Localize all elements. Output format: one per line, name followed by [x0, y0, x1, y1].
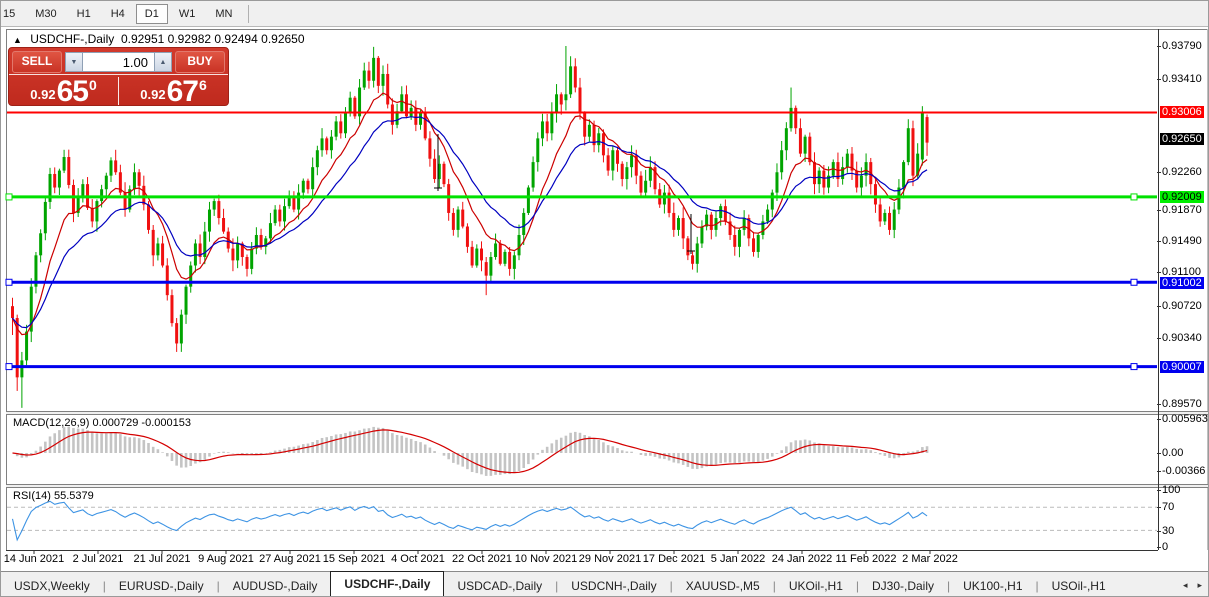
macd-axis-label: 0.005963 [1157, 413, 1208, 426]
date-axis-label: 14 Jun 2021 [3, 553, 65, 565]
date-axis-label: 15 Sep 2021 [322, 553, 386, 565]
sell-price-display[interactable]: 0.92 65 0 [9, 75, 118, 107]
chevron-down-icon: ▼ [70, 58, 78, 66]
price-axis-badge-blue: 0.90007 [1160, 361, 1204, 373]
price-axis-label: 0.90720 [1157, 300, 1208, 313]
date-axis-label: 4 Oct 2021 [391, 553, 445, 565]
date-axis-label: 2 Mar 2022 [902, 553, 958, 565]
timeframe-button-h1[interactable]: H1 [68, 4, 100, 24]
rsi-axis-label: 30 [1157, 525, 1208, 538]
price-axis-label: 0.91870 [1157, 204, 1208, 217]
timeframe-button-w1[interactable]: W1 [170, 4, 205, 24]
volume-input[interactable]: 1.00 [83, 51, 154, 72]
trading-platform-window: 15 M30 H1 H4 D1 W1 MN ▲ USDCHF-,Daily 0.92951 … [0, 0, 1209, 597]
bar-low-value: 0.92494 [214, 32, 258, 46]
date-axis-label: 21 Jul 2021 [133, 553, 191, 565]
timeframe-button-d1[interactable]: D1 [135, 3, 168, 24]
timeframe-button-m30[interactable]: M30 [26, 4, 65, 24]
price-axis-badge-black: 0.92650 [1160, 133, 1204, 145]
price-axis-label: 0.90007 [1160, 361, 1208, 374]
price-axis-badge-blue: 0.91002 [1160, 277, 1204, 289]
chart-tab-usoil[interactable]: USOil-,H1 [1039, 575, 1119, 596]
date-axis-label: 5 Jan 2022 [710, 553, 766, 565]
date-axis-label: 27 Aug 2021 [259, 553, 321, 565]
chart-tab-usdcnh[interactable]: USDCNH-,Daily [558, 575, 669, 596]
rsi-axis-label: 100 [1157, 484, 1208, 497]
price-axis-label: 0.93790 [1157, 40, 1208, 53]
price-axis-label: 0.90340 [1157, 332, 1208, 345]
date-axis-label: 9 Aug 2021 [198, 553, 254, 565]
sell-price-pip: 0 [88, 77, 97, 93]
price-axis-label: 0.91002 [1160, 277, 1208, 290]
toolbar-separator [248, 4, 250, 23]
price-axis-label: 0.93410 [1157, 73, 1208, 86]
bar-close-value: 0.92650 [261, 32, 305, 46]
buy-price-big: 67 [166, 75, 199, 108]
collapse-chart-icon[interactable]: ▲ [13, 35, 22, 45]
one-click-trading-panel: SELL ▼ 1.00 ▲ BUY 0.92 65 0 0.92 67 6 [8, 47, 229, 107]
price-axis-badge-green: 0.92009 [1160, 191, 1204, 203]
chart-tab-ukoil[interactable]: UKOil-,H1 [776, 575, 856, 596]
timeframe-toolbar: 15 M30 H1 H4 D1 W1 MN [1, 1, 1208, 27]
price-axis-label: 0.91490 [1157, 235, 1208, 248]
rsi-axis-label: 70 [1157, 501, 1208, 514]
rsi-indicator-label: RSI(14) 55.5379 [13, 490, 94, 502]
timeframe-button-15[interactable]: 15 [1, 4, 24, 24]
chart-tab-bar: USDX,Weekly | EURUSD-,Daily | AUDUSD-,Daily U… [1, 571, 1208, 596]
price-axis-label: 0.93006 [1160, 106, 1208, 119]
volume-increase-button[interactable]: ▲ [154, 51, 172, 72]
symbol-header[interactable]: ▲ USDCHF-,Daily 0.92951 0.92982 0.92494 … [13, 32, 305, 46]
tab-scroll-left-icon[interactable]: ◂ [1183, 580, 1188, 591]
tab-scroll-right-icon[interactable]: ▸ [1197, 580, 1202, 591]
price-axis-label: 0.92009 [1160, 191, 1208, 204]
date-axis-label: 11 Feb 2022 [835, 553, 897, 565]
macd-axis-label: 0.00 [1157, 447, 1208, 460]
date-axis-label: 22 Oct 2021 [452, 553, 512, 565]
timeframe-button-mn[interactable]: MN [206, 4, 241, 24]
date-axis-label: 29 Nov 2021 [578, 553, 642, 565]
chart-tab-dj30[interactable]: DJ30-,Daily [859, 575, 947, 596]
price-axis-badge-red: 0.93006 [1160, 106, 1204, 118]
date-axis-label: 17 Dec 2021 [642, 553, 706, 565]
macd-axis-label: -0.00366 [1157, 465, 1208, 478]
buy-price-pip: 6 [198, 77, 207, 93]
buy-button[interactable]: BUY [175, 50, 225, 73]
chart-tab-xauusd[interactable]: XAUUSD-,M5 [673, 575, 773, 596]
chevron-up-icon: ▲ [159, 58, 167, 66]
bar-open-value: 0.92951 [120, 32, 165, 46]
date-axis-label: 2 Jul 2021 [72, 553, 124, 565]
bar-high-value: 0.92982 [167, 32, 212, 46]
price-axis-label: 0.89570 [1157, 398, 1208, 411]
buy-price-prefix: 0.92 [140, 87, 166, 102]
chart-tab-uk100[interactable]: UK100-,H1 [950, 575, 1035, 596]
sell-price-prefix: 0.92 [30, 87, 56, 102]
date-axis-label: 24 Jan 2022 [771, 553, 833, 565]
rsi-axis-label: 0 [1157, 541, 1208, 554]
price-axis-label: 0.92650 [1160, 133, 1208, 146]
buy-price-display[interactable]: 0.92 67 6 [119, 75, 228, 107]
symbol-title: USDCHF-,Daily [30, 32, 115, 46]
chart-tab-eurusd[interactable]: EURUSD-,Daily [106, 575, 217, 596]
chart-tab-usdcad[interactable]: USDCAD-,Daily [444, 575, 555, 596]
chart-tab-audusd[interactable]: AUDUSD-,Daily [220, 575, 331, 596]
tab-scroll-controls: ◂ ▸ [1183, 580, 1208, 596]
date-axis-label: 10 Nov 2021 [514, 553, 578, 565]
sell-button[interactable]: SELL [12, 50, 62, 73]
chart-tab-usdchf[interactable]: USDCHF-,Daily [330, 571, 445, 596]
chart-tab-usdx[interactable]: USDX,Weekly [1, 575, 103, 596]
macd-indicator-label: MACD(12,26,9) 0.000729 -0.000153 [13, 417, 191, 429]
volume-decrease-button[interactable]: ▼ [65, 51, 83, 72]
price-axis-label: 0.92260 [1157, 166, 1208, 179]
sell-price-big: 65 [56, 75, 89, 108]
timeframe-button-h4[interactable]: H4 [102, 4, 134, 24]
